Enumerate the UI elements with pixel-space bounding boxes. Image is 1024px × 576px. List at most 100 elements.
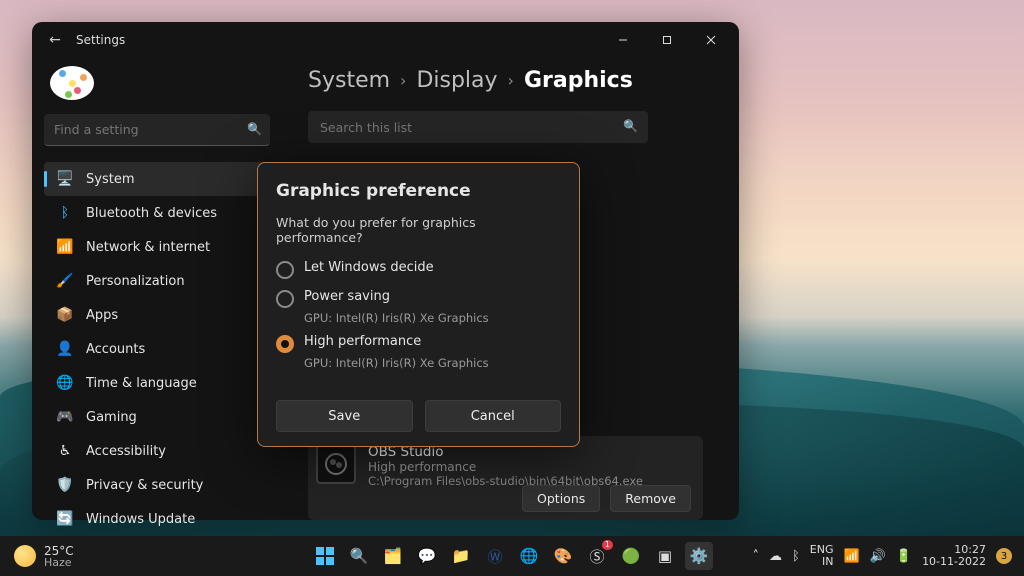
sidebar-item-icon: 🖥️ [56, 171, 74, 187]
find-setting: 🔍 [44, 114, 270, 146]
list-search-input[interactable] [308, 111, 648, 143]
sidebar-item-icon: ♿ [56, 443, 74, 459]
sidebar-item-label: Windows Update [86, 512, 195, 527]
option-sublabel: GPU: Intel(R) Iris(R) Xe Graphics [304, 356, 561, 370]
sidebar-item-accounts[interactable]: 👤 Accounts [44, 332, 270, 366]
file-explorer-icon[interactable]: 📁 [447, 542, 475, 570]
breadcrumb-display[interactable]: Display [416, 68, 497, 93]
titlebar: ← Settings [32, 22, 739, 58]
list-search: 🔍 [308, 111, 648, 143]
sidebar-item-apps[interactable]: 📦Apps [44, 298, 270, 332]
volume-icon[interactable]: 🔊 [870, 549, 886, 564]
app-card-obs[interactable]: OBS Studio High performance C:\Program F… [308, 436, 703, 520]
dialog-question: What do you prefer for graphics performa… [276, 215, 561, 245]
battery-icon[interactable]: 🔋 [896, 549, 912, 564]
user-avatar[interactable] [50, 66, 94, 100]
app-options-button[interactable]: Options [522, 485, 600, 512]
sidebar-item-time-language[interactable]: 🌐 Time & language [44, 366, 270, 400]
dialog-options: Let Windows decide Power saving GPU: Intel… [276, 255, 561, 370]
taskbar-center: 🔍 🗂️ 💬 📁 Ⓦ 🌐 🎨 Ⓢ 1 🟢 ▣ ⚙️ [311, 542, 713, 570]
dialog-option-2[interactable]: High performance [276, 329, 561, 358]
wifi-icon[interactable]: 📶 [844, 549, 860, 564]
app-remove-button[interactable]: Remove [610, 485, 691, 512]
onedrive-icon[interactable]: ☁ [769, 549, 782, 564]
dialog-save-button[interactable]: Save [276, 400, 413, 432]
system-tray: ˄ ☁ ᛒ ENG IN 📶 🔊 🔋 10:27 10-11-2022 3 [740, 544, 1024, 568]
start-button[interactable] [311, 542, 339, 570]
breadcrumb-system[interactable]: System [308, 68, 390, 93]
find-setting-input[interactable] [44, 114, 270, 146]
sidebar-item-label: Network & internet [86, 240, 210, 255]
sidebar-item-accessibility[interactable]: ♿ Accessibility [44, 434, 270, 468]
clock[interactable]: 10:27 10-11-2022 [922, 544, 986, 568]
weather-temp: 25°C [44, 545, 74, 557]
settings-taskbar-icon[interactable]: ⚙️ [685, 542, 713, 570]
word-icon[interactable]: Ⓦ [481, 542, 509, 570]
notification-count[interactable]: 3 [996, 548, 1012, 564]
obs-icon [316, 444, 356, 484]
skype-badge: 1 [602, 540, 613, 550]
sidebar-item-label: Apps [86, 308, 118, 323]
task-view-icon[interactable]: 🗂️ [379, 542, 407, 570]
search-icon: 🔍 [623, 119, 638, 133]
sidebar-item-icon: 📶 [56, 239, 74, 255]
option-label: Let Windows decide [304, 260, 434, 275]
minimize-button[interactable] [601, 25, 645, 55]
radio-icon [276, 290, 294, 308]
bluetooth-icon[interactable]: ᛒ [792, 549, 800, 564]
sidebar-item-icon: 🛡️ [56, 477, 74, 493]
sidebar-item-label: Personalization [86, 274, 185, 289]
sidebar-item-label: Gaming [86, 410, 137, 425]
dialog-title: Graphics preference [276, 181, 561, 201]
sidebar-item-label: Accounts [86, 342, 145, 357]
option-label: High performance [304, 334, 421, 349]
chrome-icon[interactable]: 🌐 [515, 542, 543, 570]
sidebar-item-icon: 👤 [56, 341, 74, 357]
breadcrumb-current: Graphics [524, 68, 633, 93]
chat-icon[interactable]: 💬 [413, 542, 441, 570]
weather-widget[interactable]: 25°C Haze [0, 545, 88, 568]
sidebar-item-bluetooth-devices[interactable]: ᛒBluetooth & devices [44, 196, 270, 230]
dialog-option-0[interactable]: Let Windows decide [276, 255, 561, 284]
lang-secondary: IN [810, 556, 834, 568]
edge-icon[interactable]: 🟢 [617, 542, 645, 570]
sidebar-item-label: Time & language [86, 376, 197, 391]
sidebar-item-label: System [86, 172, 134, 187]
option-sublabel: GPU: Intel(R) Iris(R) Xe Graphics [304, 311, 561, 325]
sun-icon [14, 545, 36, 567]
sidebar-item-icon: 🖌️ [56, 273, 74, 289]
language-indicator[interactable]: ENG IN [810, 544, 834, 568]
sidebar-item-icon: 🎮 [56, 409, 74, 425]
skype-icon[interactable]: Ⓢ 1 [583, 542, 611, 570]
sidebar-item-system[interactable]: 🖥️ System [44, 162, 270, 196]
radio-icon [276, 335, 294, 353]
clock-date: 10-11-2022 [922, 556, 986, 568]
radio-icon [276, 261, 294, 279]
paint-icon[interactable]: 🎨 [549, 542, 577, 570]
close-button[interactable] [689, 25, 733, 55]
dialog-cancel-button[interactable]: Cancel [425, 400, 562, 432]
sidebar-item-icon: 🌐 [56, 375, 74, 391]
app-icon[interactable]: ▣ [651, 542, 679, 570]
sidebar-item-personalization[interactable]: 🖌️ Personalization [44, 264, 270, 298]
weather-cond: Haze [44, 557, 74, 568]
sidebar-item-privacy-security[interactable]: 🛡️ Privacy & security [44, 468, 270, 502]
breadcrumb: System › Display › Graphics [308, 68, 713, 93]
sidebar-item-label: Accessibility [86, 444, 166, 459]
option-label: Power saving [304, 289, 390, 304]
chevron-right-icon: › [508, 71, 514, 90]
sidebar-item-gaming[interactable]: 🎮 Gaming [44, 400, 270, 434]
sidebar: 🔍 🖥️ System ᛒBluetooth & devices 📶 Network &… [32, 58, 282, 520]
back-button[interactable]: ← [46, 32, 64, 48]
dialog-option-1[interactable]: Power saving [276, 284, 561, 313]
sidebar-item-label: Bluetooth & devices [86, 206, 217, 221]
sidebar-item-windows-update[interactable]: 🔄 Windows Update [44, 502, 270, 536]
sidebar-item-network-internet[interactable]: 📶 Network & internet [44, 230, 270, 264]
taskbar-search-icon[interactable]: 🔍 [345, 542, 373, 570]
sidebar-item-label: Privacy & security [86, 478, 203, 493]
maximize-button[interactable] [645, 25, 689, 55]
tray-chevron-up-icon[interactable]: ˄ [752, 549, 759, 564]
window-title: Settings [76, 33, 125, 47]
settings-window: ← Settings 🔍 🖥️ System ᛒBluetooth & device… [32, 22, 739, 520]
sidebar-item-icon: 🔄 [56, 511, 74, 527]
